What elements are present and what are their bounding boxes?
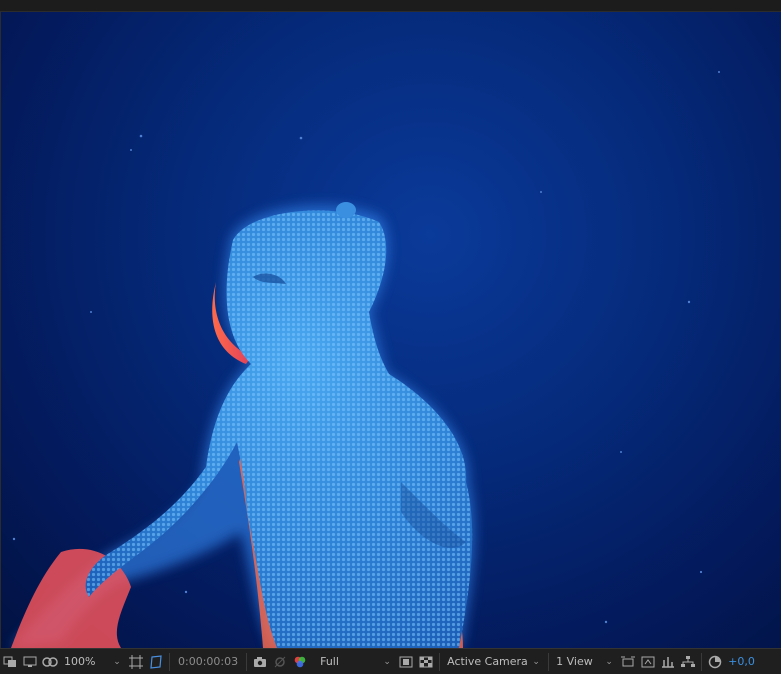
current-time[interactable]: 0:00:00:03 [173, 655, 243, 668]
chevron-down-icon: ⌄ [383, 656, 391, 667]
grid-guides-icon[interactable] [126, 651, 146, 673]
camera-dropdown[interactable]: Active Camera ⌄ [443, 652, 545, 672]
magnification-dropdown[interactable]: 100% ⌄ [60, 652, 126, 672]
always-preview-icon[interactable] [0, 651, 20, 673]
transparency-grid-icon[interactable] [416, 651, 436, 673]
snapshot-icon[interactable] [250, 651, 270, 673]
separator [701, 652, 703, 671]
views-value: 1 View [556, 655, 593, 668]
particle-figure-render [11, 71, 720, 648]
reset-view-icon[interactable] [638, 651, 658, 673]
3d-renderer-icon[interactable] [618, 651, 638, 673]
exposure-value[interactable]: +0,0 [725, 655, 755, 668]
separator [439, 652, 441, 671]
magnification-value: 100% [64, 655, 96, 668]
chevron-down-icon: ⌄ [532, 656, 540, 667]
composition-viewer[interactable] [0, 12, 781, 648]
monitor-icon[interactable] [20, 651, 40, 673]
camera-value: Active Camera [447, 655, 528, 668]
chevron-down-icon: ⌄ [605, 656, 613, 667]
flowchart-icon[interactable] [678, 651, 698, 673]
channel-icon[interactable] [290, 651, 310, 673]
chevron-down-icon: ⌄ [113, 656, 121, 667]
fast-previews-icon[interactable] [396, 651, 416, 673]
separator [246, 652, 248, 671]
show-snapshot-icon[interactable] [270, 651, 290, 673]
timeline-icon[interactable] [658, 651, 678, 673]
viewer-toolbar: 100% ⌄ 0:00:00:03 Full ⌄ Active Camera ⌄… [0, 648, 781, 674]
panel-tab-bar [0, 0, 781, 12]
separator [169, 652, 170, 671]
reset-exposure-icon[interactable] [705, 651, 725, 673]
resolution-dropdown[interactable]: Full ⌄ [316, 652, 396, 672]
view-layout-dropdown[interactable]: 1 View ⌄ [552, 652, 618, 672]
resolution-value: Full [320, 655, 339, 668]
separator [548, 652, 550, 671]
mask-visibility-icon[interactable] [40, 651, 60, 673]
region-of-interest-icon[interactable] [146, 651, 166, 673]
